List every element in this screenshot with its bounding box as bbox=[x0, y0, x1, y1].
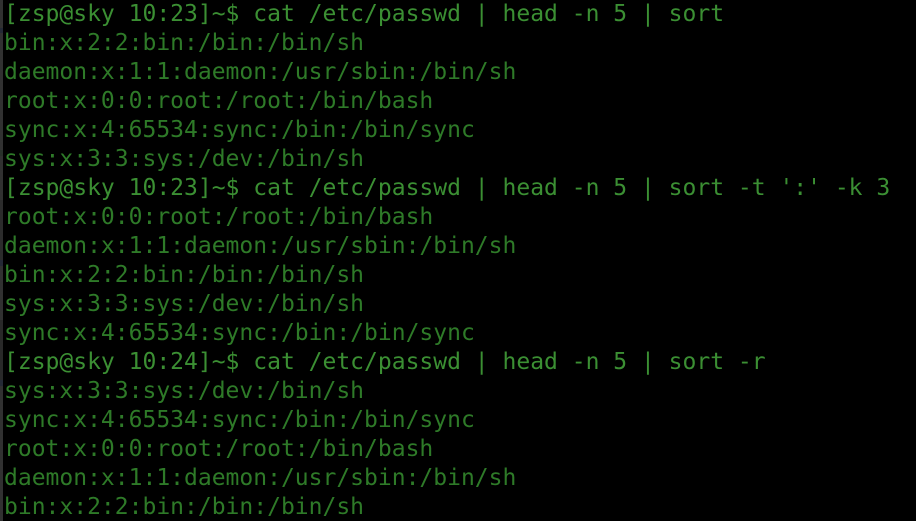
terminal-output-line: sys:x:3:3:sys:/dev:/bin/sh bbox=[4, 146, 365, 172]
terminal-output-line: bin:x:2:2:bin:/bin:/bin/sh bbox=[4, 30, 365, 56]
terminal-screen[interactable]: [zsp@sky 10:23]~$ cat /etc/passwd | head… bbox=[4, 0, 916, 521]
terminal-output-line: sync:x:4:65534:sync:/bin:/bin/sync bbox=[4, 117, 475, 143]
terminal-prompt-line: [zsp@sky 10:23]~$ cat /etc/passwd | head… bbox=[4, 1, 725, 27]
terminal-output-line: root:x:0:0:root:/root:/bin/bash bbox=[4, 204, 434, 230]
terminal-window[interactable]: [zsp@sky 10:23]~$ cat /etc/passwd | head… bbox=[0, 0, 916, 521]
terminal-output-line: sync:x:4:65534:sync:/bin:/bin/sync bbox=[4, 407, 475, 433]
terminal-output-line: daemon:x:1:1:daemon:/usr/sbin:/bin/sh bbox=[4, 233, 517, 259]
terminal-prompt-line: [zsp@sky 10:24]~$ cat /etc/passwd | head… bbox=[4, 349, 766, 375]
terminal-prompt-line: [zsp@sky 10:23]~$ cat /etc/passwd | head… bbox=[4, 175, 891, 201]
terminal-output-line: bin:x:2:2:bin:/bin:/bin/sh bbox=[4, 494, 365, 520]
terminal-output-line: daemon:x:1:1:daemon:/usr/sbin:/bin/sh bbox=[4, 59, 517, 85]
terminal-output-line: root:x:0:0:root:/root:/bin/bash bbox=[4, 88, 434, 114]
terminal-output-line: bin:x:2:2:bin:/bin:/bin/sh bbox=[4, 262, 365, 288]
terminal-output-line: daemon:x:1:1:daemon:/usr/sbin:/bin/sh bbox=[4, 465, 517, 491]
terminal-output-line: sys:x:3:3:sys:/dev:/bin/sh bbox=[4, 291, 365, 317]
terminal-output-line: root:x:0:0:root:/root:/bin/bash bbox=[4, 436, 434, 462]
terminal-output-line: sync:x:4:65534:sync:/bin:/bin/sync bbox=[4, 320, 475, 346]
scrollbar[interactable] bbox=[0, 0, 3, 521]
terminal-output-line: sys:x:3:3:sys:/dev:/bin/sh bbox=[4, 378, 365, 404]
